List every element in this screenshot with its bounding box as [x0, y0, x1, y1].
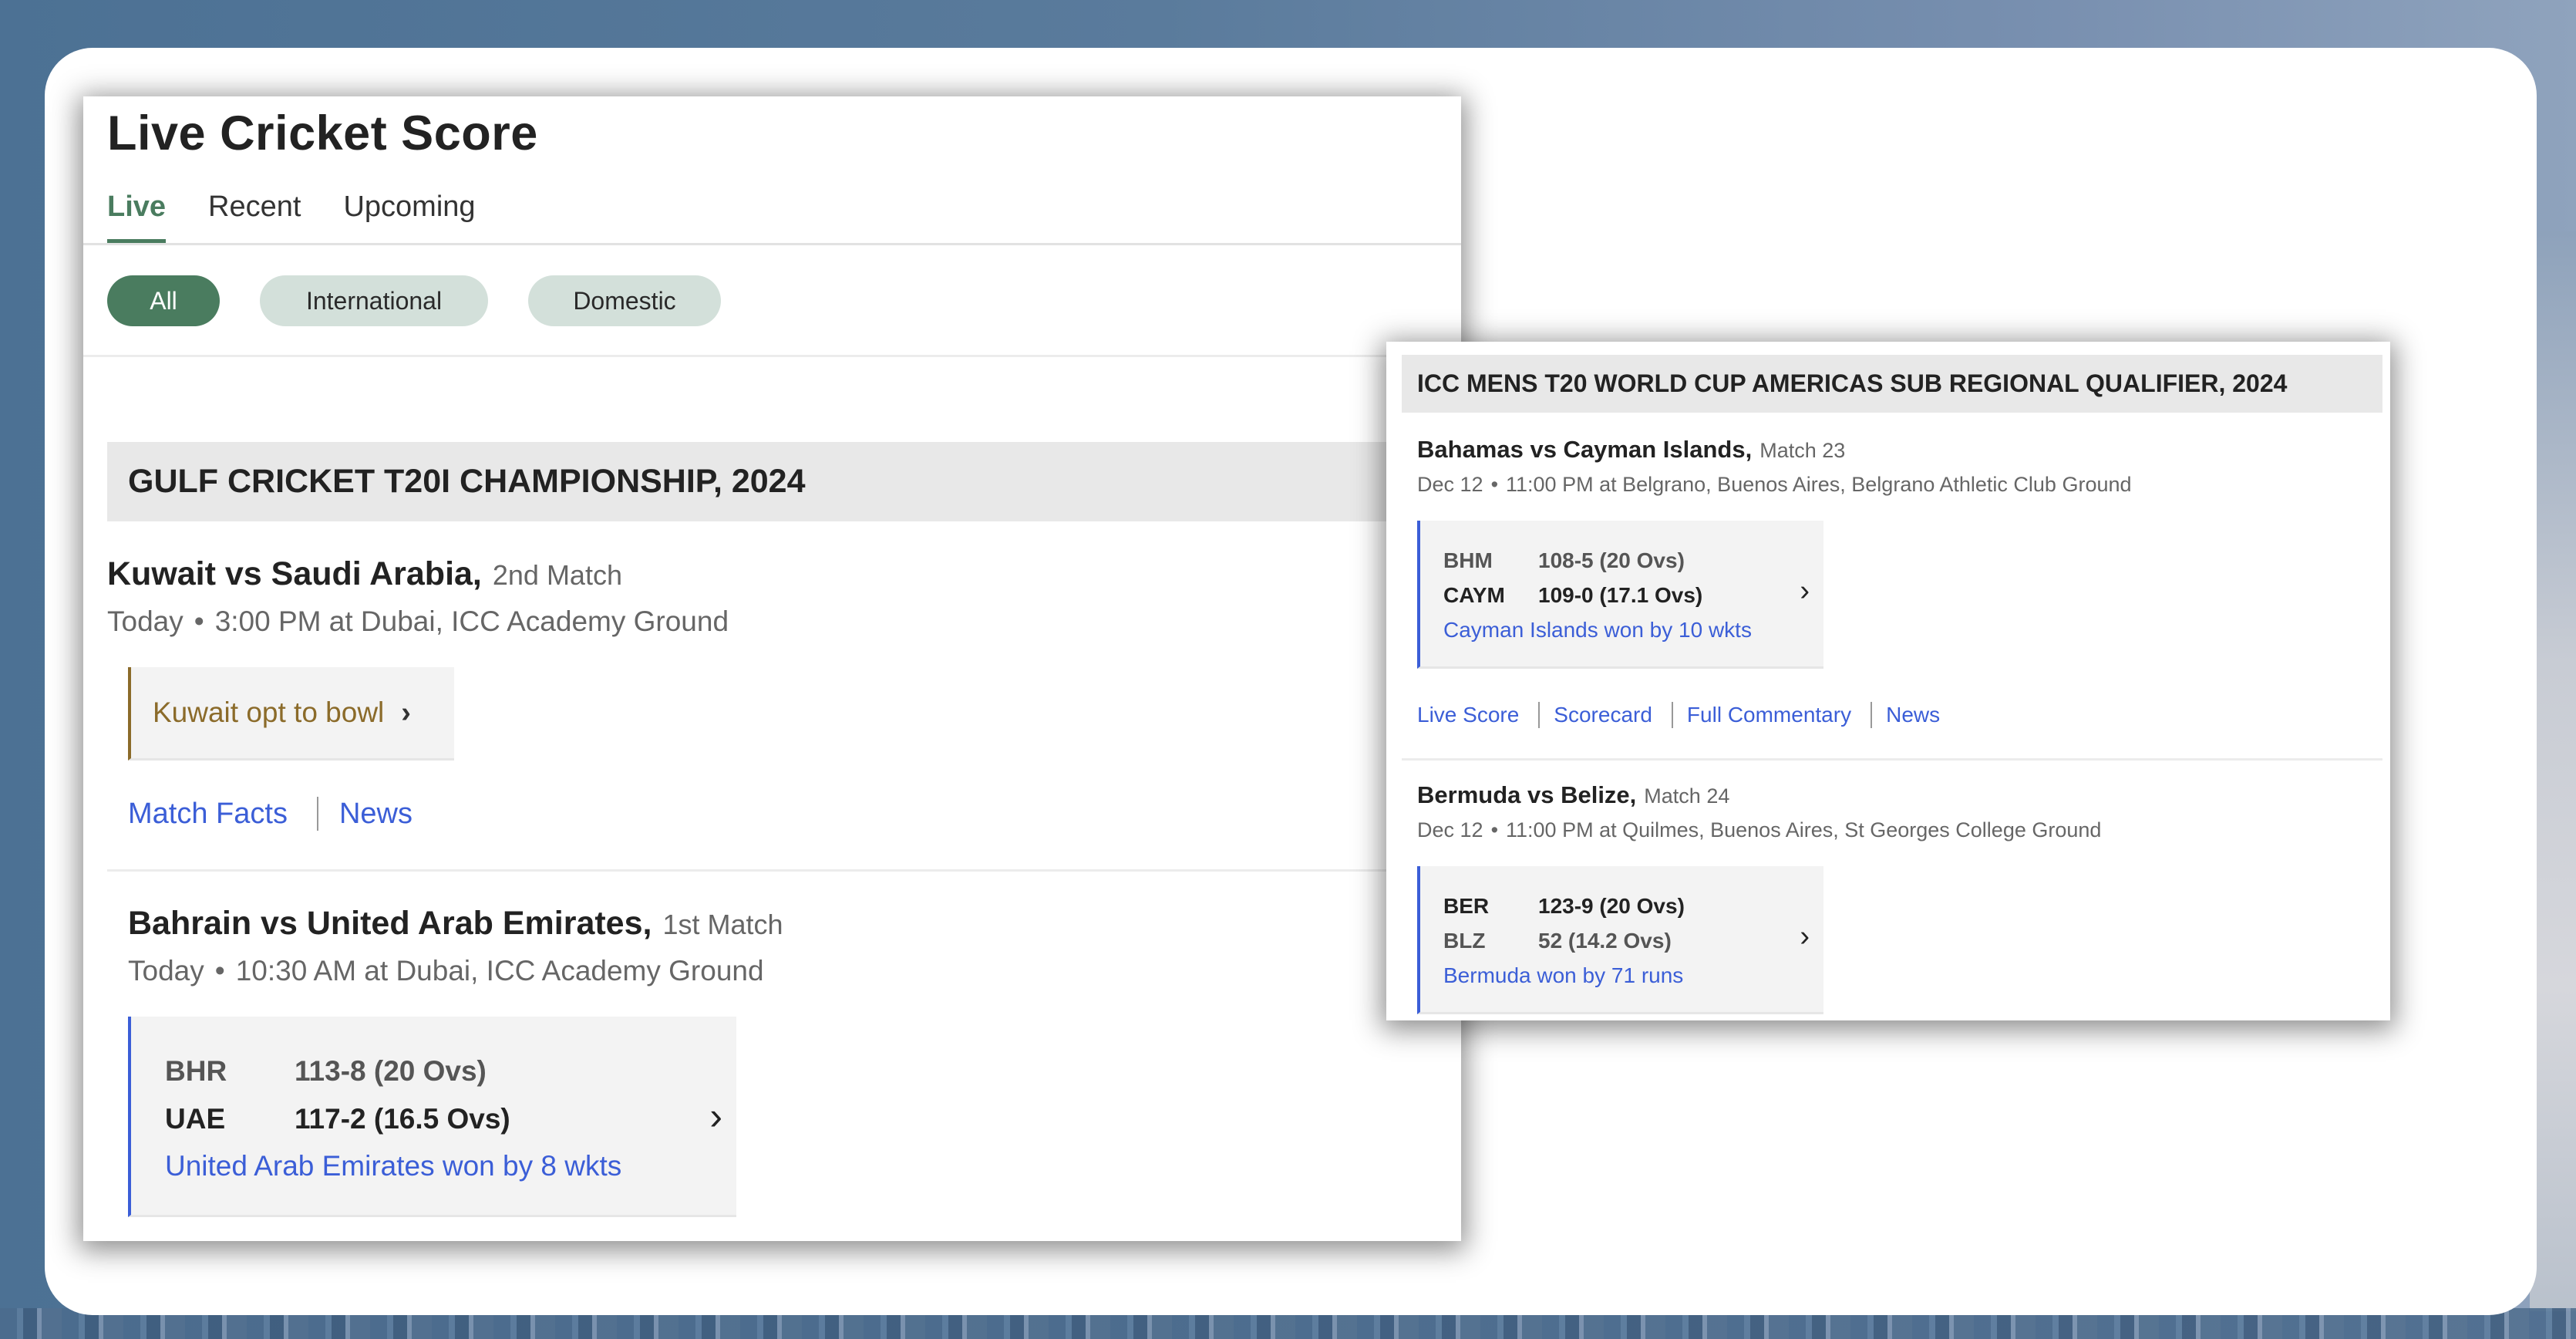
match-day: Today [107, 605, 184, 637]
team-score: 113-8 (20 Ovs) [295, 1055, 487, 1087]
dot-separator: • [1490, 473, 1499, 496]
scorecard-box[interactable]: BER 123-9 (20 Ovs) BLZ 52 (14.2 Ovs) Bermu… [1417, 866, 1823, 1014]
filters-divider [83, 355, 1461, 357]
team-abbr: CAYM [1443, 583, 1505, 607]
match-divider [1402, 758, 2382, 761]
innings-row: UAE 117-2 (16.5 Ovs) [165, 1103, 510, 1135]
scorecard-box[interactable]: BHR 113-8 (20 Ovs) UAE 117-2 (16.5 Ovs) Un… [128, 1017, 736, 1217]
chevron-right-icon: › [401, 696, 411, 729]
link-match-facts[interactable]: Match Facts [128, 798, 288, 831]
series-header[interactable]: GULF CRICKET T20I CHAMPIONSHIP, 2024 [107, 442, 1461, 521]
tab-bar: Live Recent Upcoming [107, 191, 518, 245]
team-abbr: BHM [1443, 548, 1493, 572]
team-score: 109-0 (17.1 Ovs) [1538, 583, 1703, 607]
match-meta: Today • 10:30 AM at Dubai, ICC Academy Gro… [128, 955, 764, 987]
filter-pills: All International Domestic [107, 275, 761, 326]
dot-separator: • [1490, 818, 1499, 842]
link-news[interactable]: News [339, 798, 412, 831]
match-number: 2nd Match [492, 559, 622, 591]
innings-row: CAYM 109-0 (17.1 Ovs) [1443, 583, 1702, 608]
live-score-panel: Live Cricket Score Live Recent Upcoming … [83, 96, 1461, 1241]
tabs-divider [83, 243, 1461, 245]
match-meta: Dec 12 • 11:00 PM at Quilmes, Buenos Aires… [1417, 818, 2101, 842]
chevron-right-icon[interactable]: › [1800, 575, 1810, 608]
link-live-score[interactable]: Live Score [1417, 703, 1519, 727]
match-day: Dec 12 [1417, 473, 1483, 496]
dot-separator: • [214, 955, 225, 987]
innings-row: BLZ 52 (14.2 Ovs) [1443, 929, 1672, 953]
match-time-venue: 11:00 PM at Quilmes, Buenos Aires, St Ge… [1506, 818, 2102, 842]
team-score: 123-9 (20 Ovs) [1538, 894, 1685, 918]
match-title[interactable]: Bermuda vs Belize, Match 24 [1417, 781, 1729, 809]
tab-upcoming[interactable]: Upcoming [343, 191, 475, 243]
filter-international[interactable]: International [260, 275, 488, 326]
match-number: Match 23 [1759, 439, 1846, 462]
link-separator [1538, 702, 1541, 728]
filter-domestic[interactable]: Domestic [528, 275, 721, 326]
page-title: Live Cricket Score [107, 106, 538, 160]
team-abbr: UAE [165, 1103, 226, 1135]
match-time-venue: 3:00 PM at Dubai, ICC Academy Ground [214, 605, 729, 637]
chevron-right-icon[interactable]: › [1800, 920, 1810, 953]
team-score: 108-5 (20 Ovs) [1538, 548, 1685, 572]
innings-row: BHR 113-8 (20 Ovs) [165, 1055, 487, 1088]
match-status: Kuwait opt to bowl [153, 696, 385, 728]
tab-recent[interactable]: Recent [208, 191, 301, 243]
team-abbr: BLZ [1443, 929, 1486, 953]
match-result[interactable]: Bermuda won by 71 runs [1443, 963, 1683, 988]
match-title[interactable]: Bahamas vs Cayman Islands, Match 23 [1417, 436, 1845, 464]
scorecard-box[interactable]: BHM 108-5 (20 Ovs) CAYM 109-0 (17.1 Ovs) C… [1417, 521, 1823, 669]
match-links: Live Score Scorecard Full Commentary New… [1417, 702, 1940, 728]
dot-separator: • [194, 605, 204, 637]
team-abbr: BER [1443, 894, 1490, 918]
match-result[interactable]: United Arab Emirates won by 8 wkts [165, 1150, 621, 1182]
match-day: Today [128, 955, 204, 987]
match-teams[interactable]: Bermuda vs Belize, [1417, 781, 1636, 808]
match-divider [107, 869, 1461, 872]
team-score: 52 (14.2 Ovs) [1538, 929, 1672, 953]
match-links: Match Facts News [128, 797, 412, 831]
series-header[interactable]: ICC MENS T20 WORLD CUP AMERICAS SUB REGI… [1402, 355, 2382, 413]
team-score: 117-2 (16.5 Ovs) [295, 1103, 510, 1135]
match-meta: Dec 12 • 11:00 PM at Belgrano, Buenos Aire… [1417, 473, 2132, 497]
team-abbr: BHR [165, 1055, 227, 1087]
match-result[interactable]: Cayman Islands won by 10 wkts [1443, 618, 1752, 643]
link-news[interactable]: News [1886, 703, 1940, 727]
tab-live[interactable]: Live [107, 191, 167, 245]
match-status-box[interactable]: Kuwait opt to bowl › [128, 667, 454, 761]
filter-all[interactable]: All [107, 275, 220, 326]
match-teams[interactable]: Kuwait vs Saudi Arabia, [107, 555, 482, 592]
link-separator [1871, 702, 1873, 728]
match-teams[interactable]: Bahrain vs United Arab Emirates, [128, 905, 652, 942]
background-photo [2530, 231, 2576, 1311]
match-time-venue: 11:00 PM at Belgrano, Buenos Aires, Belg… [1506, 473, 2132, 496]
series-results-panel: ICC MENS T20 WORLD CUP AMERICAS SUB REGI… [1386, 342, 2390, 1020]
link-scorecard[interactable]: Scorecard [1554, 703, 1652, 727]
link-full-commentary[interactable]: Full Commentary [1687, 703, 1851, 727]
match-number: Match 24 [1644, 784, 1730, 808]
innings-row: BHM 108-5 (20 Ovs) [1443, 548, 1685, 573]
innings-row: BER 123-9 (20 Ovs) [1443, 894, 1685, 919]
match-title[interactable]: Kuwait vs Saudi Arabia, 2nd Match [107, 555, 622, 593]
match-day: Dec 12 [1417, 818, 1483, 842]
match-teams[interactable]: Bahamas vs Cayman Islands, [1417, 436, 1752, 463]
match-meta: Today • 3:00 PM at Dubai, ICC Academy Grou… [107, 605, 729, 638]
match-number: 1st Match [662, 909, 783, 940]
link-separator [1671, 702, 1673, 728]
match-title[interactable]: Bahrain vs United Arab Emirates, 1st Matc… [128, 905, 783, 943]
chevron-right-icon[interactable]: › [709, 1094, 722, 1138]
link-separator [316, 797, 318, 831]
match-time-venue: 10:30 AM at Dubai, ICC Academy Ground [235, 955, 764, 987]
